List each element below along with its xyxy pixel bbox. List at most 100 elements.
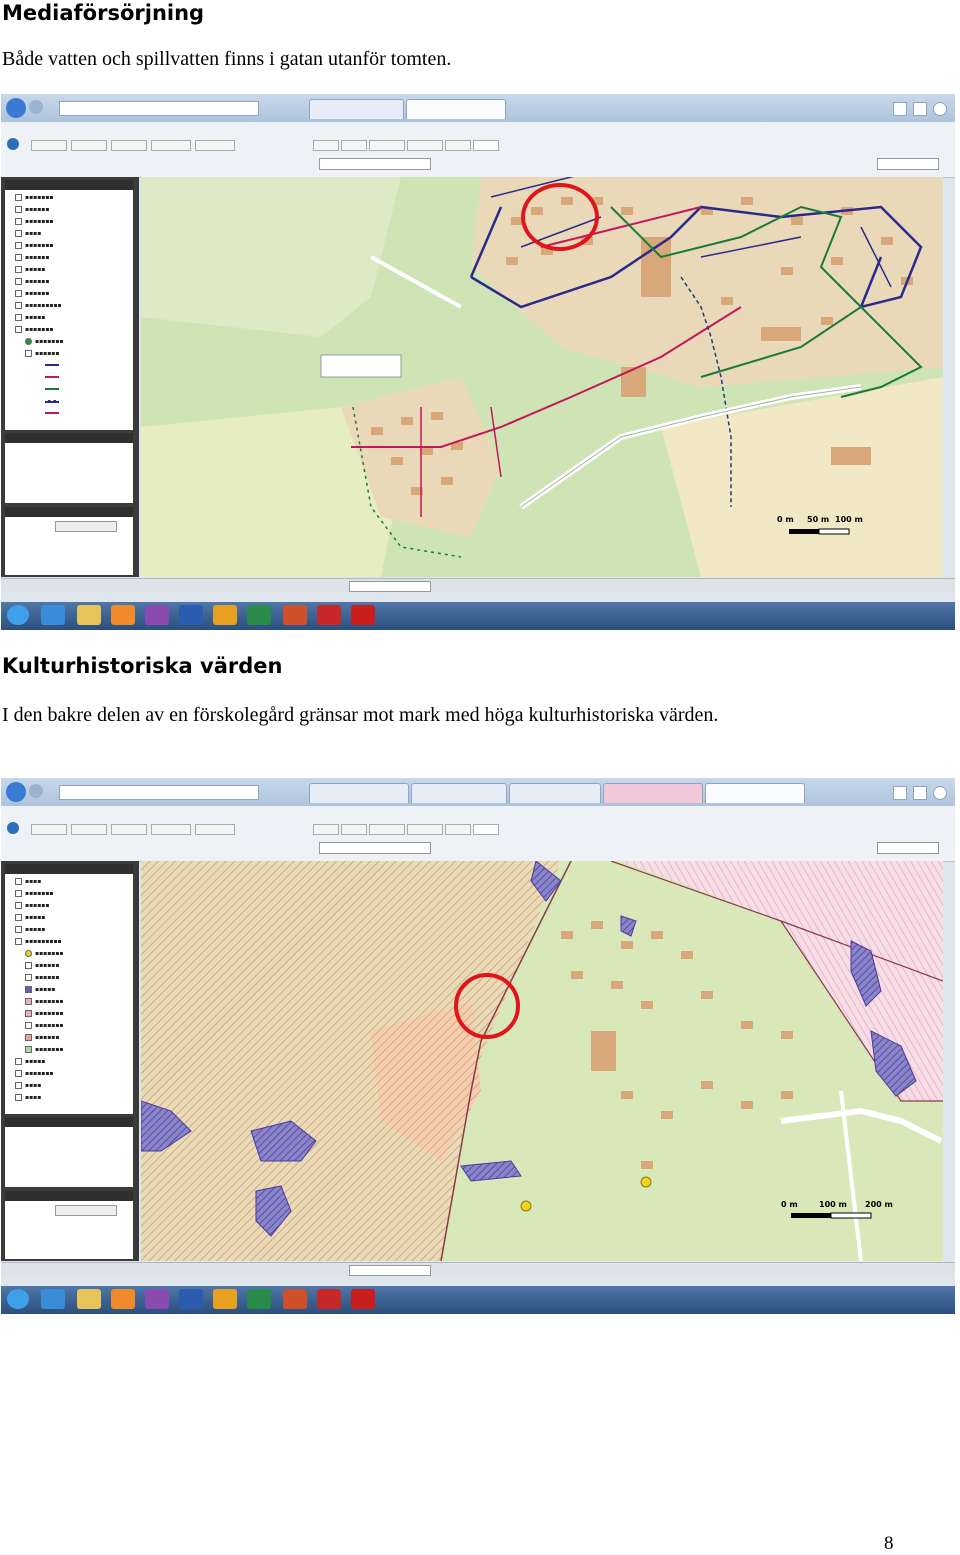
layer-item[interactable]: ▪▪▪▪▪▪▪ [15,194,53,201]
back-icon[interactable] [6,98,26,118]
menu-button[interactable] [151,824,191,835]
layer-item[interactable]: ▪▪▪▪▪▪▪ [25,338,63,345]
layer-item[interactable]: ▪▪▪▪▪▪ [15,254,49,261]
select-tool-dropdown[interactable] [55,1205,117,1216]
menu-button[interactable] [151,140,191,151]
app-icon[interactable] [317,605,341,625]
outlook-icon[interactable] [213,605,237,625]
word-icon[interactable] [179,605,203,625]
layer-item[interactable]: ▪▪▪▪ [15,1082,41,1089]
layer-item[interactable]: ▪▪▪▪▪▪ [25,350,59,357]
menu-button[interactable] [71,140,107,151]
layer-item[interactable]: ▪▪▪▪▪▪ [15,902,49,909]
home-icon[interactable] [893,786,907,800]
browser-tab[interactable] [411,783,507,803]
menu-button[interactable] [71,824,107,835]
layers-panel-header[interactable] [5,180,133,190]
layer-item[interactable]: ▪▪▪▪ [15,878,41,885]
ie-icon[interactable] [41,605,65,625]
star-icon[interactable] [913,102,927,116]
browser-tab-active[interactable] [406,99,506,119]
ie-icon[interactable] [41,1289,65,1309]
layer-item[interactable]: ▪▪▪▪▪▪▪ [25,950,63,957]
layer-item[interactable]: ▪▪▪▪▪ [15,266,45,273]
property-search-field[interactable] [319,842,431,854]
overview-panel-header[interactable] [5,1117,133,1127]
menu-button[interactable] [195,824,235,835]
overview-panel-header[interactable] [5,433,133,443]
layer-item[interactable]: ▪▪▪▪▪▪ [15,290,49,297]
outlook-icon[interactable] [213,1289,237,1309]
layer-item[interactable]: ▪▪▪▪▪▪ [15,206,49,213]
tools-panel-header[interactable] [5,507,133,517]
nav-button[interactable] [445,824,471,835]
layer-item[interactable]: ▪▪▪▪▪▪▪ [25,1010,63,1017]
forward-icon[interactable] [29,100,43,114]
layer-item[interactable]: ▪▪▪▪▪▪▪ [15,890,53,897]
browser-tab[interactable] [603,783,703,803]
tools-panel-header[interactable] [5,1191,133,1201]
media-icon[interactable] [111,605,135,625]
culture-map[interactable]: 0 m 100 m 200 m [141,861,943,1261]
property-search-field[interactable] [319,158,431,170]
pdf-icon[interactable] [351,1289,375,1309]
layer-item[interactable]: ▪▪▪▪▪▪▪ [25,1046,63,1053]
nav-button[interactable] [369,824,405,835]
menu-button[interactable] [195,140,235,151]
coordinate-field[interactable] [349,1265,431,1276]
home-icon[interactable] [893,102,907,116]
layer-item[interactable]: ▪▪▪▪▪▪ [25,974,59,981]
layer-item[interactable]: ▪▪▪▪▪▪ [25,962,59,969]
layer-item[interactable]: ▪▪▪▪▪▪▪▪▪ [15,938,62,945]
layer-item[interactable]: ▪▪▪▪▪▪▪▪▪ [15,302,62,309]
browser-tab[interactable] [309,783,409,803]
layer-item[interactable]: ▪▪▪▪▪ [15,914,45,921]
powerpoint-icon[interactable] [283,1289,307,1309]
help-icon[interactable] [7,138,19,150]
nav-button[interactable] [369,140,405,151]
star-icon[interactable] [913,786,927,800]
word-icon[interactable] [179,1289,203,1309]
layer-item[interactable]: ▪▪▪▪▪▪▪ [15,242,53,249]
onenote-icon[interactable] [145,1289,169,1309]
folder-icon[interactable] [77,1289,101,1309]
nav-button[interactable] [313,824,339,835]
layer-item[interactable]: ▪▪▪▪▪▪▪ [15,326,53,333]
nav-button-active[interactable] [473,140,499,151]
nav-button[interactable] [341,140,367,151]
browser-tab[interactable] [509,783,601,803]
layer-item[interactable]: ▪▪▪▪▪ [15,1058,45,1065]
layers-panel-header[interactable] [5,864,133,874]
menu-button[interactable] [111,824,147,835]
menu-button[interactable] [111,140,147,151]
layer-item[interactable]: ▪▪▪▪▪▪▪ [15,1070,53,1077]
gear-icon[interactable] [933,102,947,116]
nav-button[interactable] [407,140,443,151]
layer-item[interactable]: ▪▪▪▪▪▪▪ [15,218,53,225]
menu-button[interactable] [31,824,67,835]
browser-tab-active[interactable] [705,783,805,803]
help-icon[interactable] [7,822,19,834]
map-select-dropdown[interactable] [877,842,939,854]
address-bar[interactable] [59,101,259,116]
onenote-icon[interactable] [145,605,169,625]
forward-icon[interactable] [29,784,43,798]
start-icon[interactable] [7,1289,29,1309]
nav-button[interactable] [341,824,367,835]
coordinate-field[interactable] [349,581,431,592]
nav-button[interactable] [313,140,339,151]
select-tool-dropdown[interactable] [55,521,117,532]
layer-item[interactable]: ▪▪▪▪▪ [15,314,45,321]
layer-item[interactable]: ▪▪▪▪▪ [15,926,45,933]
pdf-icon[interactable] [351,605,375,625]
folder-icon[interactable] [77,605,101,625]
layer-item[interactable]: ▪▪▪▪ [15,230,41,237]
start-icon[interactable] [7,605,29,625]
layer-item[interactable]: ▪▪▪▪▪▪ [25,1034,59,1041]
gear-icon[interactable] [933,786,947,800]
layer-item[interactable]: ▪▪▪▪▪▪ [15,278,49,285]
nav-button[interactable] [445,140,471,151]
layer-item[interactable]: ▪▪▪▪ [15,1094,41,1101]
nav-button-active[interactable] [473,824,499,835]
layer-item[interactable]: ▪▪▪▪▪▪▪ [25,1022,63,1029]
